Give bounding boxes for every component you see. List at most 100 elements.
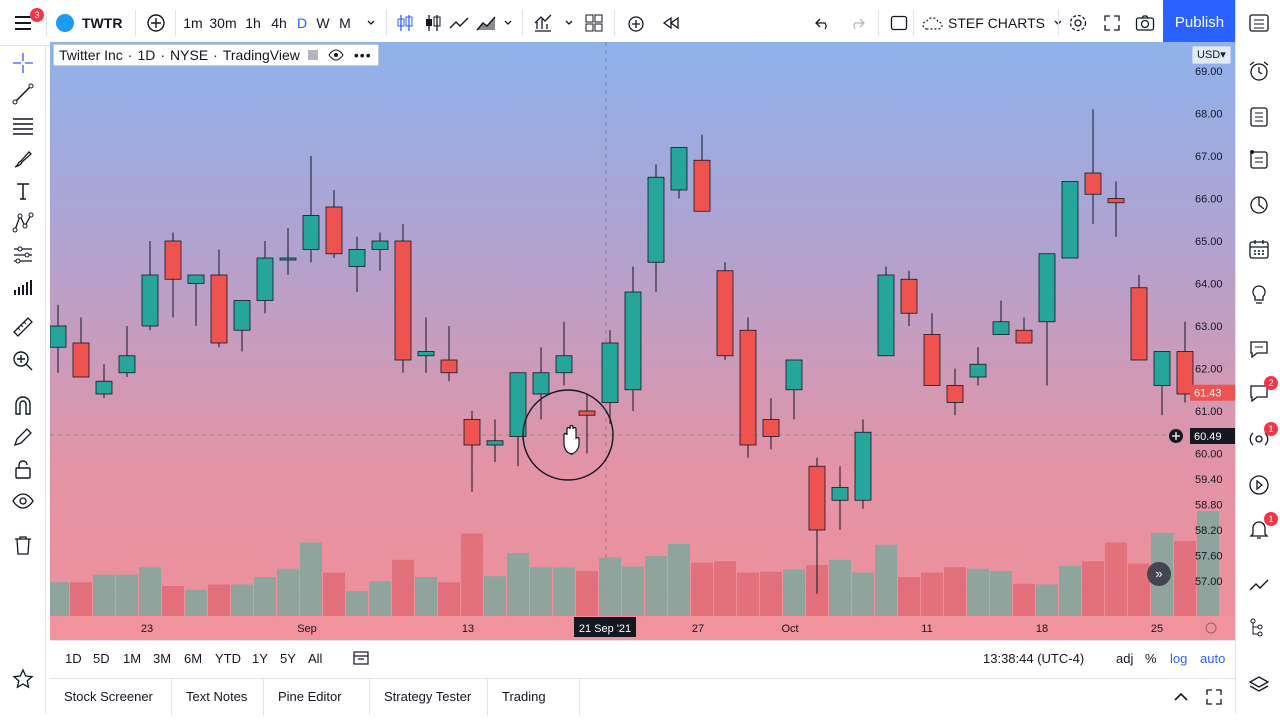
redo-button[interactable] (848, 0, 866, 46)
private-chats-button[interactable]: 2 (1246, 376, 1278, 406)
scale-option-adj[interactable]: adj (1116, 651, 1133, 666)
candle-body[interactable] (164, 240, 182, 280)
candle-body[interactable] (302, 215, 320, 250)
interval-m[interactable]: M (334, 15, 356, 31)
candle-body[interactable] (969, 363, 987, 378)
price-chart[interactable]: 69.00 68.00 67.00 66.00 65.00 64.00 63.00 62.00… (50, 42, 1236, 640)
candle-body[interactable] (141, 274, 159, 327)
prediction-tool[interactable] (10, 242, 36, 268)
candle-body[interactable] (624, 291, 642, 391)
price-axis[interactable]: 69.00 68.00 67.00 66.00 65.00 64.00 63.00 62.00… (1195, 66, 1223, 588)
undo-button[interactable] (814, 0, 832, 46)
object-tree-button[interactable] (1246, 614, 1272, 640)
maximize-panel-button[interactable] (1205, 688, 1223, 711)
main-menu-button[interactable]: 3 (10, 0, 44, 46)
data-window-button[interactable] (1246, 104, 1272, 130)
indicators-button[interactable] (533, 0, 553, 46)
range-1m[interactable]: 1M (123, 651, 141, 666)
fullscreen-selection-button[interactable] (890, 0, 908, 46)
range-6m[interactable]: 6M (184, 651, 202, 666)
candle-body[interactable] (279, 257, 297, 261)
stay-drawing-tool[interactable] (10, 424, 36, 450)
brush-tool[interactable] (10, 146, 36, 172)
goto-date-button[interactable] (352, 649, 370, 672)
zoom-tool[interactable] (10, 348, 36, 374)
hotlists-button[interactable] (1246, 192, 1272, 218)
scale-option-log[interactable]: log (1170, 651, 1187, 666)
tab-trading-panel[interactable]: Trading Panel (488, 679, 580, 715)
candle-body[interactable] (486, 440, 504, 446)
currency-button[interactable]: USD▾ (1192, 46, 1231, 64)
candle-body[interactable] (417, 351, 435, 357)
candle-body[interactable] (1038, 253, 1056, 323)
compare-button[interactable] (146, 0, 166, 46)
crosshair-tool[interactable] (10, 50, 36, 76)
candle-body[interactable] (877, 274, 895, 357)
trading-button[interactable] (1246, 572, 1272, 598)
candle-body[interactable] (670, 147, 688, 191)
candle-body[interactable] (371, 240, 389, 250)
candle-body[interactable] (95, 380, 113, 395)
candle-body[interactable] (831, 487, 849, 501)
area-style-button[interactable] (476, 0, 496, 46)
candle-body[interactable] (647, 176, 665, 263)
indicators-dropdown[interactable] (564, 0, 574, 46)
candle-body[interactable] (992, 321, 1010, 335)
candle-body[interactable] (1107, 198, 1125, 204)
candle-body[interactable] (762, 419, 780, 437)
tab-stock-screener[interactable]: Stock Screener (50, 679, 172, 715)
candle-body[interactable] (394, 240, 412, 361)
candle-body[interactable] (72, 342, 90, 378)
snapshot-button[interactable] (1135, 0, 1155, 46)
notifications-button[interactable]: 1 (1246, 512, 1278, 542)
candle-body[interactable] (946, 385, 964, 403)
range-1y[interactable]: 1Y (252, 651, 268, 666)
range-1d[interactable]: 1D (65, 651, 82, 666)
symbol-search[interactable]: TWTR (56, 0, 122, 46)
tab-pine-editor[interactable]: Pine Editor (264, 679, 370, 715)
candle-body[interactable] (923, 334, 941, 386)
interval-d[interactable]: D (292, 15, 312, 31)
candle-body[interactable] (854, 431, 872, 501)
candle-body[interactable] (900, 278, 918, 314)
remove-drawings-tool[interactable] (10, 532, 36, 558)
tab-strategy-tester[interactable]: Strategy Tester (370, 679, 488, 715)
calendar-button[interactable] (1246, 236, 1272, 262)
candle-body[interactable] (1130, 287, 1148, 361)
time-axis[interactable] (50, 616, 1236, 640)
scroll-to-realtime-button[interactable]: » (1147, 562, 1171, 586)
candle-body[interactable] (532, 372, 550, 395)
candle-body[interactable] (440, 359, 458, 374)
flag-icon[interactable] (307, 50, 318, 60)
measure-tool[interactable] (10, 314, 36, 340)
eye-icon[interactable] (328, 49, 344, 61)
candle-body[interactable] (716, 270, 734, 357)
range-ytd[interactable]: YTD (215, 651, 241, 666)
ideas-button[interactable] (1246, 282, 1272, 308)
candle-body[interactable] (1153, 351, 1171, 386)
line-style-button[interactable] (449, 0, 469, 46)
fib-tool[interactable] (10, 113, 36, 139)
range-5y[interactable]: 5Y (280, 651, 296, 666)
alert-button[interactable] (626, 0, 646, 46)
candle-body[interactable] (785, 359, 803, 391)
templates-button[interactable] (585, 0, 603, 46)
chart-pane[interactable]: 69.00 68.00 67.00 66.00 65.00 64.00 63.00 62.00… (50, 42, 1236, 640)
chats-button[interactable] (1246, 336, 1272, 362)
interval-30m[interactable]: 30m (206, 15, 240, 31)
layout-button[interactable]: STEF CHARTS (922, 0, 1063, 46)
bars-style-button[interactable] (396, 0, 414, 46)
clock-label[interactable]: 13:38:44 (UTC-4) (983, 651, 1084, 666)
interval-1h[interactable]: 1h (240, 15, 266, 31)
trend-line-tool[interactable] (10, 81, 36, 107)
interval-w[interactable]: W (312, 15, 334, 31)
candle-body[interactable] (463, 419, 481, 446)
alerts-clock-button[interactable] (1246, 58, 1272, 84)
hide-drawings-tool[interactable] (10, 488, 36, 514)
layers-button[interactable] (1246, 672, 1272, 698)
settings-button[interactable] (1068, 0, 1088, 46)
streams-button[interactable]: 1 (1246, 422, 1278, 452)
range-all[interactable]: All (308, 651, 322, 666)
candle-body[interactable] (808, 465, 826, 531)
style-dropdown[interactable] (503, 0, 513, 46)
